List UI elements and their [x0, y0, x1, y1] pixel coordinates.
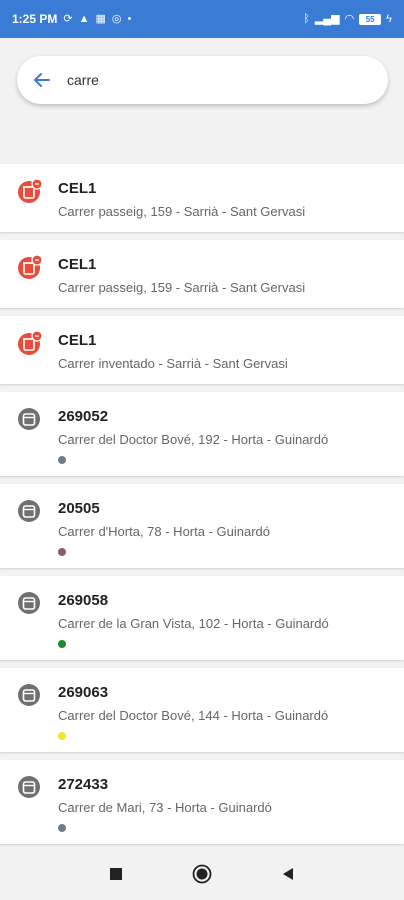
result-address: Carrer passeig, 159 - Sarrià - Sant Gerv… — [58, 204, 306, 219]
battery-icon: 55 — [359, 13, 382, 25]
result-title: CEL1 — [58, 180, 97, 197]
grey-container-icon — [17, 498, 43, 524]
charging-icon: ϟ — [386, 12, 392, 25]
result-address: Carrer de Mari, 73 - Horta - Guinardó — [58, 800, 272, 815]
home-circle-icon[interactable] — [190, 862, 214, 886]
back-triangle-icon[interactable] — [276, 862, 300, 886]
status-dot — [58, 548, 66, 556]
result-address: Carrer del Doctor Bové, 192 - Horta - Gu… — [58, 432, 329, 447]
result-address: Carrer d'Horta, 78 - Horta - Guinardó — [58, 524, 271, 539]
sync-icon: ⟳ — [63, 12, 73, 25]
status-bar: 1:25 PM ⟳ ▲ ▦ ◎ • ᛒ ▂▄▆ ◠ 55 ϟ — [0, 0, 404, 38]
search-input[interactable] — [67, 72, 347, 88]
arrow-left-icon[interactable] — [31, 69, 53, 91]
navigation-bar — [0, 848, 404, 900]
status-dot — [58, 640, 66, 648]
red-bin-icon — [17, 254, 43, 280]
status-dot — [58, 456, 66, 464]
bluetooth-icon: ᛒ — [303, 12, 310, 25]
warning-icon: ▲ — [78, 12, 90, 25]
result-row[interactable]: 269058 Carrer de la Gran Vista, 102 - Hor… — [0, 576, 404, 660]
result-title: CEL1 — [58, 332, 97, 349]
status-dot — [58, 824, 66, 832]
result-title: 20505 — [58, 500, 100, 517]
result-row[interactable]: 269052 Carrer del Doctor Bové, 192 - Hort… — [0, 392, 404, 476]
status-time: 1:25 PM — [12, 12, 58, 26]
result-row[interactable]: 272433 Carrer de Mari, 73 - Horta - Guina… — [0, 760, 404, 844]
red-bin-icon — [17, 330, 43, 356]
result-address: Carrer inventado - Sarrià - Sant Gervasi — [58, 356, 288, 371]
result-title: 269058 — [58, 592, 109, 609]
red-bin-icon — [17, 178, 43, 204]
circle-icon: ◎ — [111, 12, 122, 25]
app-icon: ▦ — [95, 12, 106, 25]
result-address: Carrer passeig, 159 - Sarrià - Sant Gerv… — [58, 280, 306, 295]
grey-container-icon — [17, 682, 43, 708]
result-title: CEL1 — [58, 256, 97, 273]
result-address: Carrer de la Gran Vista, 102 - Horta - G… — [58, 616, 329, 631]
status-dot — [58, 732, 66, 740]
search-area — [0, 38, 404, 160]
result-row[interactable]: 20505 Carrer d'Horta, 78 - Horta - Guinar… — [0, 484, 404, 568]
result-row[interactable]: CEL1 Carrer inventado - Sarrià - Sant Ger… — [0, 316, 404, 384]
grey-container-icon — [17, 774, 43, 800]
dot-icon: • — [127, 12, 132, 25]
search-bar[interactable] — [17, 56, 388, 104]
signal-icon: ▂▄▆ — [314, 12, 340, 25]
grey-container-icon — [17, 590, 43, 616]
wifi-icon: ◠ — [344, 12, 355, 25]
result-title: 269063 — [58, 684, 109, 701]
grey-container-icon — [17, 406, 43, 432]
recents-square-icon[interactable] — [104, 862, 128, 886]
result-row[interactable]: CEL1 Carrer passeig, 159 - Sarrià - Sant … — [0, 164, 404, 232]
result-row[interactable]: CEL1 Carrer passeig, 159 - Sarrià - Sant … — [0, 240, 404, 308]
result-row[interactable]: 269063 Carrer del Doctor Bové, 144 - Hort… — [0, 668, 404, 752]
result-title: 272433 — [58, 776, 109, 793]
result-title: 269052 — [58, 408, 109, 425]
result-address: Carrer del Doctor Bové, 144 - Horta - Gu… — [58, 708, 329, 723]
